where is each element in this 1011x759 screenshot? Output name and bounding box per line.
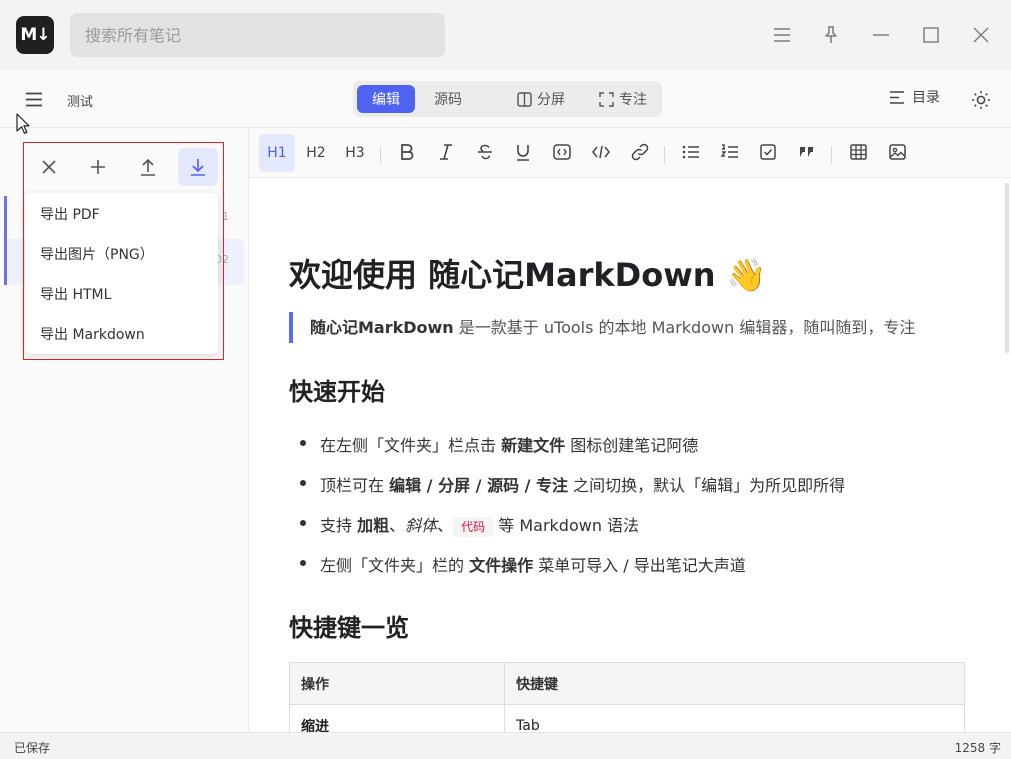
mode-edit-label: 编辑 <box>372 92 400 108</box>
close-panel-button[interactable] <box>29 148 69 186</box>
table-cell: 缩进 <box>289 704 505 732</box>
save-status: 已保存 <box>14 741 51 755</box>
mode-split-button[interactable]: 分屏 <box>505 85 577 113</box>
note-title: 测试 <box>67 95 94 110</box>
upload-icon <box>141 158 155 176</box>
menu-lines-icon[interactable] <box>767 20 797 50</box>
heading-3-button[interactable]: H3 <box>337 135 373 171</box>
pin-icon[interactable] <box>816 20 846 50</box>
maximize-icon[interactable] <box>916 20 946 50</box>
list-item: 顶栏可在 编辑 / 分屏 / 源码 / 专注 之间切换，默认「编辑」为所见即所得 <box>320 476 846 495</box>
new-file-button[interactable] <box>78 148 118 186</box>
ordered-list-icon[interactable] <box>712 134 748 170</box>
table-icon[interactable] <box>840 134 876 170</box>
strikethrough-icon[interactable] <box>467 134 503 170</box>
mode-split-label: 分屏 <box>537 92 565 108</box>
bold-icon[interactable] <box>389 134 425 170</box>
title-bar: M↓ <box>0 0 1011 70</box>
export-html-item[interactable]: 导出 HTML <box>40 284 111 304</box>
mode-source-label: 源码 <box>434 92 462 108</box>
table-cell: Tab <box>504 704 965 732</box>
blockquote: 随心记MarkDown 是一款基于 uTools 的本地 Markdown 编辑… <box>289 312 915 343</box>
export-pdf-item[interactable]: 导出 PDF <box>40 204 100 224</box>
quote-icon[interactable] <box>789 134 825 170</box>
inline-code-icon[interactable] <box>544 134 580 170</box>
mouse-cursor-icon <box>16 113 30 134</box>
toolbar-divider <box>831 146 832 164</box>
mode-switch: 编辑 源码 分屏 专注 <box>353 81 662 117</box>
list-bullet <box>300 480 306 486</box>
sun-icon <box>972 91 990 109</box>
word-count: 1258 字 <box>954 741 1001 755</box>
plus-icon <box>91 160 105 174</box>
status-bar: 已保存 1258 字 <box>0 732 1011 759</box>
shortcuts-table: 操作 快捷键 缩进 Tab <box>289 662 965 732</box>
theme-toggle[interactable] <box>967 86 995 114</box>
close-icon <box>42 160 56 174</box>
table-header-cell: 操作 <box>289 662 505 705</box>
close-icon[interactable] <box>966 20 996 50</box>
search-input[interactable] <box>70 13 445 57</box>
import-button[interactable] <box>128 148 168 186</box>
link-icon[interactable] <box>622 134 658 170</box>
export-markdown-item[interactable]: 导出 Markdown <box>40 324 145 344</box>
inline-code: 代码 <box>453 517 494 537</box>
list-bullet <box>300 560 306 566</box>
mode-focus-button[interactable]: 专注 <box>589 85 657 113</box>
list-bullet <box>300 440 306 446</box>
editor[interactable]: 欢迎使用 随心记MarkDown 👋 随心记MarkDown 是一款基于 uTo… <box>249 178 1011 732</box>
heading-shortcuts: 快捷键一览 <box>289 614 409 642</box>
mode-edit-button[interactable]: 编辑 <box>357 85 415 113</box>
toc-icon <box>890 90 904 104</box>
file-operations-panel: 导出 PDF 导出图片（PNG） 导出 HTML 导出 Markdown <box>23 142 224 360</box>
italic-icon[interactable] <box>428 134 464 170</box>
split-icon <box>517 91 532 107</box>
toc-label: 目录 <box>912 90 940 106</box>
toolbar-divider <box>380 146 381 164</box>
top-toolbar: 测试 编辑 源码 分屏 专注 目录 <box>0 70 1011 128</box>
underline-icon[interactable] <box>505 134 541 170</box>
code-block-icon[interactable] <box>583 134 619 170</box>
blockquote-bold: 随心记MarkDown <box>310 318 454 337</box>
editor-scrollbar[interactable] <box>1005 183 1009 353</box>
heading-quick-start: 快速开始 <box>289 378 385 406</box>
heading-2-button[interactable]: H2 <box>298 135 334 171</box>
list-item: 左侧「文件夹」栏的 文件操作 菜单可导入 / 导出笔记大声道 <box>320 556 746 575</box>
app-logo: M↓ <box>16 16 54 54</box>
toolbar-divider <box>664 146 665 164</box>
download-icon <box>191 159 205 176</box>
image-icon[interactable] <box>879 134 915 170</box>
document-title: 欢迎使用 随心记MarkDown 👋 <box>289 256 767 294</box>
focus-icon <box>599 91 614 107</box>
bullet-list-icon[interactable] <box>673 134 709 170</box>
table-row: 缩进 Tab <box>289 704 965 732</box>
mode-source-button[interactable]: 源码 <box>419 85 477 113</box>
minimize-icon[interactable] <box>866 20 896 50</box>
format-toolbar: H1 H2 H3 <box>249 128 1011 178</box>
list-item: 在左侧「文件夹」栏点击 新建文件 图标创建笔记阿德 <box>320 436 699 455</box>
list-bullet <box>300 520 306 526</box>
task-list-icon[interactable] <box>750 134 786 170</box>
table-header-cell: 快捷键 <box>504 662 965 705</box>
mode-focus-label: 专注 <box>619 92 647 108</box>
export-png-item[interactable]: 导出图片（PNG） <box>40 244 154 264</box>
table-header-row: 操作 快捷键 <box>289 662 965 705</box>
export-menu: 导出 PDF 导出图片（PNG） 导出 HTML 导出 Markdown <box>25 193 218 354</box>
heading-1-button[interactable]: H1 <box>259 134 295 172</box>
file-operations-toolbar <box>24 143 223 191</box>
toc-button[interactable]: 目录 <box>889 87 940 107</box>
blockquote-text: 是一款基于 uTools 的本地 Markdown 编辑器，随叫随到，专注 <box>453 318 916 337</box>
export-button[interactable] <box>178 148 218 186</box>
list-item: 支持 加粗、斜体、 代码 等 Markdown 语法 <box>320 516 640 537</box>
sidebar-toggle-icon[interactable] <box>20 86 48 112</box>
